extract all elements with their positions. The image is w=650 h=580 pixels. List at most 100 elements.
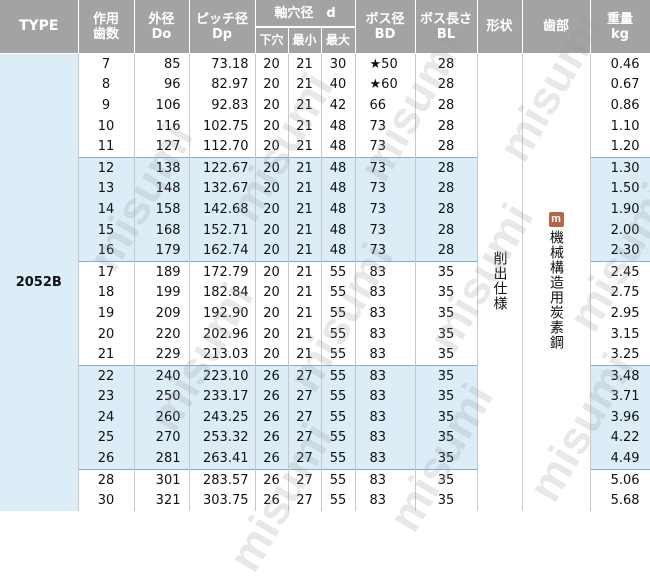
cell-bl: 35: [415, 260, 478, 283]
cell-max: 48: [321, 136, 356, 158]
cell-dp: 223.10: [189, 364, 256, 387]
weight-header-line1: 重量: [607, 11, 634, 27]
cell-bd: ★60: [355, 74, 416, 96]
cell-min: 21: [288, 303, 322, 324]
cell-max: 48: [321, 178, 356, 200]
cell-do: 199: [134, 282, 190, 304]
cell-do: 260: [134, 407, 190, 428]
cell-do: 168: [134, 219, 190, 241]
shape-cell: 削出仕様: [477, 53, 523, 512]
spec-table-body: 2052B 7 85 73.18 20 21 30 ★50 28 削出仕様 m 機械構造用炭素鋼 0.4…: [0, 53, 650, 512]
cell-n: 9: [78, 95, 135, 116]
cell-n: 18: [78, 282, 135, 304]
cell-n: 22: [78, 364, 135, 387]
boss-length-header: ボス長さ BL: [415, 0, 478, 54]
cell-bd: 83: [355, 282, 416, 304]
type-label: 2052B: [0, 53, 79, 512]
cell-do: 281: [134, 448, 190, 470]
cell-pilot: 20: [255, 303, 289, 324]
cell-weight: 1.90: [590, 199, 650, 220]
cell-n: 17: [78, 260, 135, 283]
cell-weight: 2.00: [590, 219, 650, 241]
pitch-diameter-header: ピッチ径 Dp: [189, 0, 256, 54]
cell-do: 179: [134, 240, 190, 262]
cell-weight: 5.68: [590, 490, 650, 512]
cell-max: 40: [321, 74, 356, 96]
cell-bd: 83: [355, 407, 416, 428]
cell-weight: 4.49: [590, 448, 650, 470]
cell-min: 27: [288, 448, 322, 470]
cell-bl: 35: [415, 344, 478, 366]
cell-max: 48: [321, 156, 356, 179]
cell-max: 30: [321, 53, 356, 75]
cell-bd: 83: [355, 448, 416, 470]
cell-bl: 28: [415, 178, 478, 200]
cell-bd: 83: [355, 427, 416, 449]
cell-bl: 35: [415, 427, 478, 449]
cell-weight: 2.95: [590, 303, 650, 324]
cell-dp: 172.79: [189, 260, 256, 283]
cell-bd: 83: [355, 323, 416, 345]
cell-bl: 35: [415, 490, 478, 512]
cell-min: 21: [288, 115, 322, 137]
cell-do: 116: [134, 115, 190, 137]
cell-weight: 1.20: [590, 136, 650, 158]
cell-n: 24: [78, 407, 135, 428]
cell-min: 21: [288, 219, 322, 241]
cell-do: 270: [134, 427, 190, 449]
cell-dp: 253.32: [189, 427, 256, 449]
cell-bl: 35: [415, 407, 478, 428]
weight-header: 重量 kg: [590, 0, 650, 54]
cell-pilot: 20: [255, 260, 289, 283]
cell-pilot: 20: [255, 74, 289, 96]
cell-n: 25: [78, 427, 135, 449]
cell-n: 28: [78, 468, 135, 491]
sprocket-spec-table: TYPE 作用 歯数 外径 Do ピッチ径 Dp 軸穴径 d ボス径 BD ボス…: [0, 0, 650, 512]
cell-bd: 73: [355, 136, 416, 158]
cell-weight: 0.67: [590, 74, 650, 96]
cell-pilot: 20: [255, 95, 289, 116]
cell-pilot: 20: [255, 199, 289, 220]
cell-bd: 73: [355, 219, 416, 241]
bore-pilot-header: 下穴: [255, 27, 289, 55]
cell-max: 48: [321, 240, 356, 262]
cell-max: 55: [321, 490, 356, 512]
cell-bd: 73: [355, 199, 416, 220]
cell-max: 55: [321, 427, 356, 449]
cell-bd: ★50: [355, 53, 416, 75]
cell-do: 209: [134, 303, 190, 324]
cell-min: 21: [288, 95, 322, 116]
cell-max: 55: [321, 386, 356, 408]
cell-max: 48: [321, 219, 356, 241]
cell-pilot: 20: [255, 240, 289, 262]
cell-pilot: 20: [255, 282, 289, 304]
cell-bl: 28: [415, 74, 478, 96]
cell-weight: 1.10: [590, 115, 650, 137]
cell-weight: 2.75: [590, 282, 650, 304]
cell-dp: 152.71: [189, 219, 256, 241]
cell-weight: 1.30: [590, 156, 650, 179]
cell-pilot: 20: [255, 344, 289, 366]
cell-do: 96: [134, 74, 190, 96]
cell-pilot: 26: [255, 448, 289, 470]
cell-dp: 162.74: [189, 240, 256, 262]
tooth-material-cell: m 機械構造用炭素鋼: [522, 53, 591, 512]
cell-max: 55: [321, 323, 356, 345]
cell-n: 21: [78, 344, 135, 366]
cell-dp: 303.75: [189, 490, 256, 512]
teeth-header: 作用 歯数: [78, 0, 135, 54]
cell-pilot: 26: [255, 468, 289, 491]
cell-min: 21: [288, 156, 322, 179]
cell-do: 127: [134, 136, 190, 158]
cell-weight: 3.71: [590, 386, 650, 408]
cell-max: 55: [321, 260, 356, 283]
cell-pilot: 20: [255, 156, 289, 179]
cell-dp: 213.03: [189, 344, 256, 366]
tooth-header: 歯部: [522, 0, 591, 54]
cell-n: 19: [78, 303, 135, 324]
cell-n: 16: [78, 240, 135, 262]
cell-bd: 83: [355, 260, 416, 283]
shape-text: 削出仕様: [491, 250, 508, 311]
cell-min: 21: [288, 344, 322, 366]
bore-max-header: 最大: [321, 27, 356, 55]
